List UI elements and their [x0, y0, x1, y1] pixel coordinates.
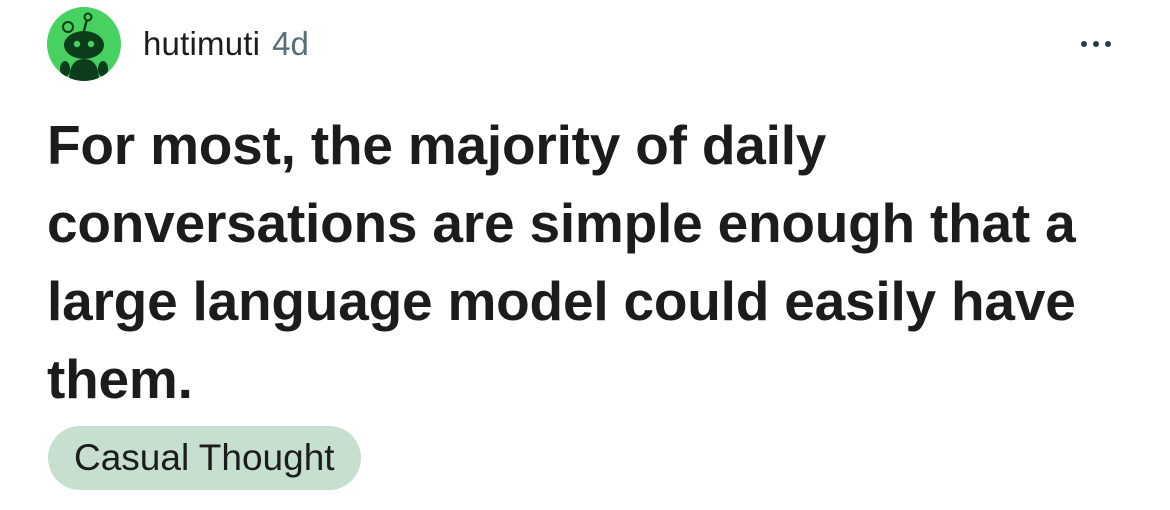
more-options-button[interactable]: [1072, 24, 1120, 64]
snoo-avatar-icon: [60, 12, 108, 81]
post-age: 4d: [272, 25, 309, 62]
post-title[interactable]: For most, the majority of daily conversa…: [47, 106, 1107, 418]
user-avatar[interactable]: [47, 7, 121, 81]
post-header: hutimuti 4d: [47, 6, 309, 82]
more-options-icon-dot-2: [1093, 41, 1099, 47]
more-options-icon: [1081, 41, 1087, 47]
more-options-icon-dot-3: [1105, 41, 1111, 47]
post-author[interactable]: hutimuti: [143, 25, 260, 63]
post-flair[interactable]: Casual Thought: [48, 426, 361, 490]
